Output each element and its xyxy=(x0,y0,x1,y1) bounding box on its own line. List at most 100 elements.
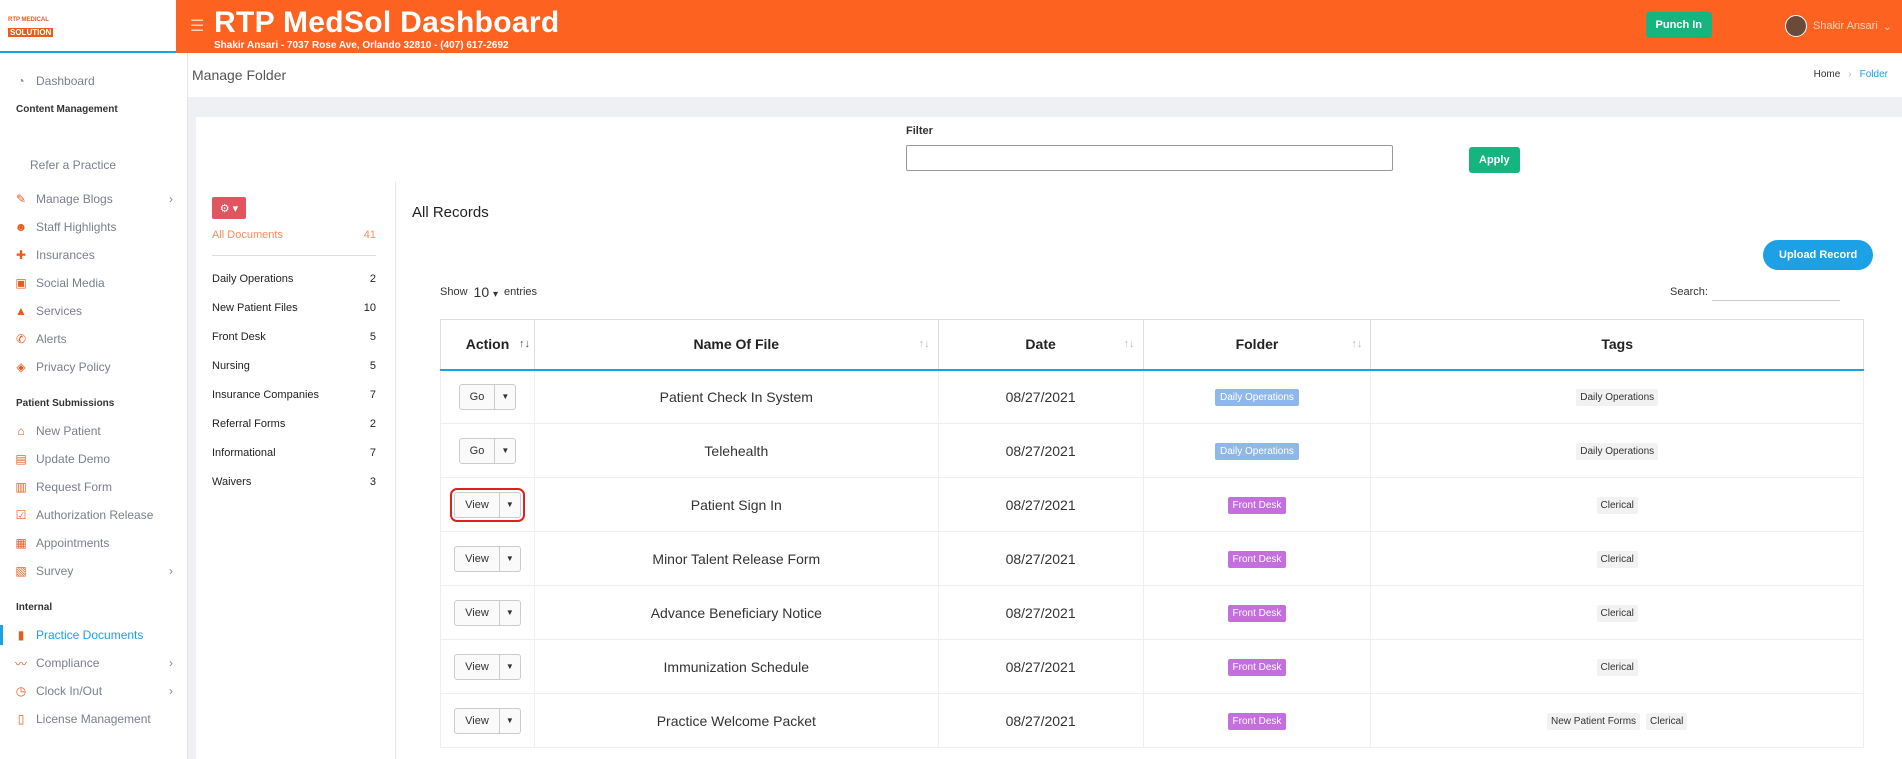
column-header-label: Date xyxy=(1025,336,1056,353)
punch-in-button[interactable]: Punch In xyxy=(1645,12,1712,38)
tags-cell: Clerical xyxy=(1370,639,1864,694)
caret-down-icon[interactable]: ▼ xyxy=(495,439,515,463)
tag-badge: Clerical xyxy=(1596,659,1638,676)
sidebar-item-alerts[interactable]: ✆ Alerts xyxy=(0,325,187,353)
sidebar-item-label: Services xyxy=(36,304,83,318)
folder-count: 10 xyxy=(363,301,376,314)
sidebar-item-request-form[interactable]: ▥ Request Form xyxy=(0,473,187,501)
caret-down-icon[interactable]: ▼ xyxy=(495,385,515,409)
column-header-date[interactable]: Date ↑↓ xyxy=(937,319,1144,371)
sort-icon: ↑↓ xyxy=(1123,338,1135,350)
blog-icon: ✎ xyxy=(15,192,27,206)
caret-down-icon[interactable]: ▼ xyxy=(500,493,520,517)
caret-down-icon[interactable]: ▼ xyxy=(500,655,520,679)
sidebar-item-license-management[interactable]: ▯ License Management xyxy=(0,705,187,733)
caret-down-icon[interactable]: ▼ xyxy=(500,601,520,625)
caret-down-icon[interactable]: ▼ xyxy=(500,547,520,571)
sidebar-item-update-demo[interactable]: ▤ Update Demo xyxy=(0,445,187,473)
folder-item[interactable]: Nursing 5 xyxy=(212,351,376,380)
chevron-right-icon: › xyxy=(169,656,173,670)
sidebar-item-appointments[interactable]: ▦ Appointments xyxy=(0,529,187,557)
sidebar-item-social-media[interactable]: ▣ Social Media xyxy=(0,269,187,297)
menu-icon[interactable]: ☰ xyxy=(190,16,204,36)
breadcrumb-home[interactable]: Home xyxy=(1814,69,1841,80)
sidebar-item-label: Request Form xyxy=(36,480,113,494)
sidebar-item-staff-highlights[interactable]: ☻ Staff Highlights xyxy=(0,213,187,241)
folder-all-documents[interactable]: All Documents 41 xyxy=(212,229,376,256)
view-button[interactable]: View xyxy=(455,654,500,679)
tag-badge: Clerical xyxy=(1596,551,1638,568)
upload-record-button[interactable]: Upload Record xyxy=(1763,240,1874,270)
apply-button[interactable]: Apply xyxy=(1469,147,1520,173)
folder-badge: Front Desk xyxy=(1227,605,1287,622)
top-bar: ☰ RTP MedSol Dashboard Shakir Ansari - 7… xyxy=(176,0,1902,53)
sidebar-item-practice-documents[interactable]: ▮ Practice Documents xyxy=(0,621,187,649)
filter-label: Filter xyxy=(906,125,933,137)
dashboard-icon: ◔ xyxy=(17,74,25,88)
column-header-name-of-file[interactable]: Name Of File ↑↓ xyxy=(533,319,939,371)
go-button[interactable]: Go xyxy=(460,384,496,409)
signature-icon: 〰 xyxy=(14,656,27,671)
file-date: 08/27/2021 xyxy=(937,477,1144,532)
folder-name: Front Desk xyxy=(212,330,266,343)
sidebar: RTP MEDICAL SOLUTION ◔ Dashboard Content… xyxy=(0,0,188,759)
folder-badge: Front Desk xyxy=(1227,713,1287,730)
view-button[interactable]: View xyxy=(455,600,500,625)
sidebar-item-authorization-release[interactable]: ☑ Authorization Release xyxy=(0,501,187,529)
sidebar-item-refer[interactable]: Refer a Practice xyxy=(0,151,187,179)
chart-icon: ▧ xyxy=(15,564,27,578)
column-header-action[interactable]: Action ↑↓ xyxy=(440,319,535,371)
action-button-group: View ▼ xyxy=(454,599,521,626)
column-header-folder[interactable]: Folder ↑↓ xyxy=(1142,319,1372,371)
logo[interactable]: RTP MEDICAL SOLUTION xyxy=(0,0,187,53)
sidebar-item-label: License Management xyxy=(36,712,151,726)
folder-item[interactable]: Waivers 3 xyxy=(212,467,376,496)
sidebar-item-insurances[interactable]: ✚ Insurances xyxy=(0,241,187,269)
search-input[interactable] xyxy=(1711,283,1840,301)
folder-name: Nursing xyxy=(212,359,250,372)
sidebar-item-services[interactable]: ▲ Services xyxy=(0,297,187,325)
sidebar-item-compliance[interactable]: 〰 Compliance › xyxy=(0,649,187,677)
page-header: Manage Folder Home › Folder xyxy=(188,53,1902,97)
folder-item[interactable]: Referral Forms 2 xyxy=(212,409,376,438)
tag-badge: Clerical xyxy=(1596,605,1638,622)
table-row: View ▼ Advance Beneficiary Notice 08/27/202… xyxy=(440,585,1864,640)
sidebar-item-manage-blogs[interactable]: ✎ Manage Blogs › xyxy=(0,185,187,213)
sidebar-item-label: Dashboard xyxy=(36,74,95,88)
action-cell: View ▼ xyxy=(440,531,535,586)
entries-select[interactable]: 10 ▾ xyxy=(474,284,499,300)
folder-item[interactable]: Informational 7 xyxy=(212,438,376,467)
folder-name: New Patient Files xyxy=(212,301,298,314)
sidebar-item-label: Clock In/Out xyxy=(36,684,103,698)
filter-input[interactable] xyxy=(906,145,1393,171)
folder-item[interactable]: Insurance Companies 7 xyxy=(212,380,376,409)
file-name: Advance Beneficiary Notice xyxy=(533,585,939,640)
user-menu[interactable]: Shakir Ansari ⌄ xyxy=(1784,15,1892,37)
view-button[interactable]: View xyxy=(455,546,500,571)
caret-down-icon[interactable]: ▼ xyxy=(500,709,520,733)
folder-item[interactable]: Front Desk 5 xyxy=(212,322,376,351)
sidebar-item-clock-in-out[interactable]: ◷ Clock In/Out › xyxy=(0,677,187,705)
file-date: 08/27/2021 xyxy=(937,693,1144,748)
go-button[interactable]: Go xyxy=(460,438,496,463)
action-cell: Go ▼ xyxy=(440,423,535,478)
user-name: Shakir Ansari xyxy=(1812,20,1878,32)
folder-item[interactable]: New Patient Files 10 xyxy=(212,293,376,322)
search-label: Search: xyxy=(1670,286,1708,298)
view-button[interactable]: View xyxy=(455,492,500,517)
breadcrumb: Home › Folder xyxy=(1814,69,1888,80)
folder-badge: Front Desk xyxy=(1227,659,1287,676)
view-button[interactable]: View xyxy=(455,708,500,733)
sidebar-item-new-patient[interactable]: ⌂ New Patient xyxy=(0,417,187,445)
sidebar-item-dashboard[interactable]: ◔ Dashboard xyxy=(0,67,187,95)
folder-item[interactable]: Daily Operations 2 xyxy=(212,264,376,293)
table-row: Go ▼ Telehealth 08/27/2021 Daily Operations D… xyxy=(440,423,1864,478)
logo-bottom-text: SOLUTION xyxy=(8,27,54,37)
file-name: Patient Check In System xyxy=(533,369,939,424)
settings-dropdown-button[interactable]: ⚙ ▾ xyxy=(212,197,246,219)
records-table: Action ↑↓ Name Of File ↑↓ Date ↑↓ Folder ↑↓ Tags… xyxy=(440,319,1864,748)
sidebar-item-privacy-policy[interactable]: ◈ Privacy Policy xyxy=(0,353,187,381)
folder-name: Daily Operations xyxy=(212,272,294,285)
sidebar-item-survey[interactable]: ▧ Survey › xyxy=(0,557,187,585)
folder-cell: Daily Operations xyxy=(1142,423,1372,478)
